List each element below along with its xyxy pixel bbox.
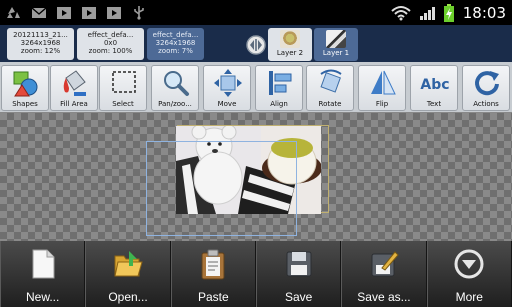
tool-pan-zoom[interactable]: Pan/zoo... <box>151 65 199 111</box>
layer-label: Layer 1 <box>322 49 350 57</box>
actions-icon <box>475 71 499 96</box>
media-icon <box>82 7 96 19</box>
text-icon: Abc <box>420 77 449 93</box>
menu-label: Save as... <box>357 290 411 304</box>
flip-icon <box>371 70 396 95</box>
tool-select[interactable]: Select <box>99 65 147 111</box>
document-size: 3264x1968 <box>20 39 61 47</box>
document-size: 3264x1968 <box>155 39 196 47</box>
tool-rotate[interactable]: Rotate <box>306 65 354 111</box>
magnifier-icon <box>164 71 189 96</box>
usb-icon <box>134 6 144 20</box>
more-icon <box>454 249 484 279</box>
menu-label: Save <box>284 290 313 304</box>
tool-actions[interactable]: Actions <box>462 65 510 111</box>
tool-fill-area[interactable]: Fill Area <box>50 65 98 111</box>
tool-shapes[interactable]: Shapes <box>1 65 49 111</box>
menu-save-as[interactable]: Save as... <box>341 241 427 307</box>
document-size: 0x0 <box>103 39 118 47</box>
tool-label: Pan/zoo... <box>158 100 192 108</box>
tool-label: Text <box>426 100 442 108</box>
tool-label: Rotate <box>318 100 342 108</box>
tool-flip[interactable]: Flip <box>358 65 406 111</box>
floppy-disk-icon <box>286 251 312 277</box>
document-zoom: zoom: 100% <box>88 47 133 55</box>
menu-label: More <box>455 290 483 304</box>
document-zoom: zoom: 12% <box>20 47 61 55</box>
layer-tab-active[interactable]: Layer 1 <box>314 28 358 61</box>
media-icon <box>107 7 121 19</box>
tool-align[interactable]: Align <box>255 65 303 111</box>
selection-rectangle[interactable] <box>146 141 297 236</box>
tool-label: Select <box>112 100 134 108</box>
options-menu: New... Open... Paste Save Save as... Mor… <box>0 241 512 307</box>
layer-label: Layer 2 <box>276 49 304 57</box>
tool-label: Shapes <box>12 100 38 108</box>
document-zoom: zoom: 7% <box>158 47 193 55</box>
tool-text[interactable]: Abc Text <box>410 65 458 111</box>
move-icon <box>214 69 242 97</box>
menu-more[interactable]: More <box>426 241 512 307</box>
save-as-icon <box>371 251 399 277</box>
document-name: effect_defa... <box>87 31 134 39</box>
rotate-icon <box>320 69 342 93</box>
menu-save[interactable]: Save <box>255 241 342 307</box>
layer-thumbnail <box>280 30 300 48</box>
document-name: 20121113_21... <box>13 31 68 39</box>
tool-label: Align <box>270 100 288 108</box>
menu-paste[interactable]: Paste <box>170 241 256 307</box>
menu-label: Paste <box>197 290 229 304</box>
clipboard-icon <box>201 249 225 280</box>
paint-bucket-icon <box>63 70 86 96</box>
image-canvas[interactable] <box>0 113 512 241</box>
tool-label: Move <box>217 100 237 108</box>
status-time: 18:03 <box>462 3 506 22</box>
layer-thumbnail <box>326 30 346 48</box>
tool-label: Fill Area <box>60 100 88 108</box>
document-tab[interactable]: effect_defa... 0x0 zoom: 100% <box>77 28 144 60</box>
switch-layer-icon[interactable] <box>246 35 266 55</box>
document-tab-active[interactable]: effect_defa... 3264x1968 zoom: 7% <box>147 28 204 60</box>
menu-label: New... <box>25 290 60 304</box>
layer-tab[interactable]: Layer 2 <box>268 28 312 61</box>
signal-icon <box>419 6 435 20</box>
tool-label: Flip <box>375 100 389 108</box>
open-folder-icon <box>114 251 143 277</box>
menu-open[interactable]: Open... <box>85 241 171 307</box>
wifi-icon <box>391 5 411 20</box>
mail-icon <box>31 7 47 18</box>
tool-bar: Shapes Fill Area Select Pan/zoo... Move <box>0 62 512 113</box>
media-icon <box>57 7 71 19</box>
tool-move[interactable]: Move <box>203 65 251 111</box>
text-icon-glyph: Abc <box>420 77 449 93</box>
document-tab[interactable]: 20121113_21... 3264x1968 zoom: 12% <box>7 28 74 60</box>
status-bar: 18:03 <box>0 0 512 25</box>
tool-label: Actions <box>473 100 499 108</box>
select-icon <box>112 71 136 93</box>
battery-icon <box>443 3 454 22</box>
menu-new[interactable]: New... <box>0 241 86 307</box>
new-document-icon <box>32 249 55 279</box>
menu-label: Open... <box>108 290 148 304</box>
align-icon <box>269 71 292 95</box>
document-name: effect_defa... <box>152 31 199 39</box>
recycle-icon <box>7 7 20 18</box>
shapes-icon <box>13 71 38 97</box>
